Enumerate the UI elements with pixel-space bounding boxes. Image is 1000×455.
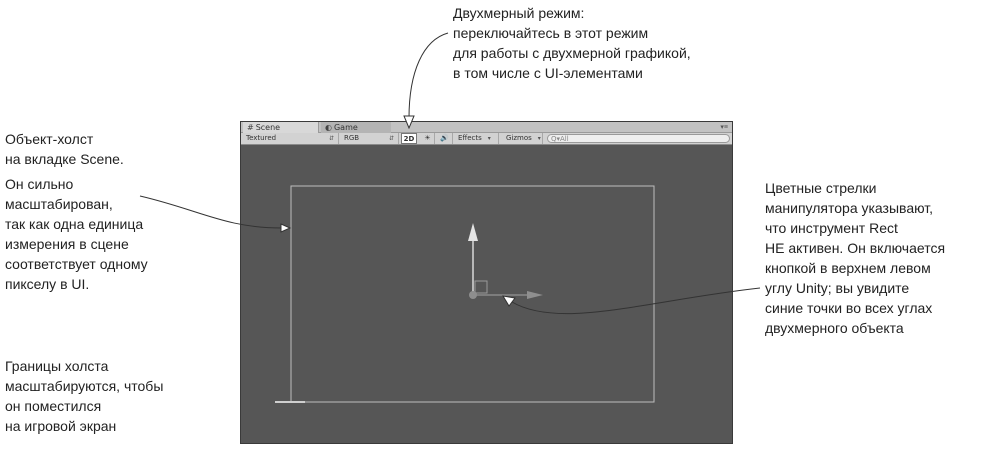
callout-line: в том числе с UI-элементами (453, 65, 643, 81)
callout-line: соответствует одному (5, 256, 148, 272)
callout-line: пикселу в UI. (5, 276, 90, 292)
move-gizmo[interactable] (468, 223, 543, 299)
gizmo-center-dot[interactable] (469, 291, 477, 299)
callout-line: так как одна единица (5, 216, 144, 232)
gizmos-dropdown[interactable]: Gizmos ▾ (503, 133, 543, 144)
callout-line: кнопкой в верхнем левом (765, 260, 931, 276)
callout-canvas-bounds: Границы холста масштабируются, чтобы он … (5, 356, 163, 436)
tab-label: Game (333, 123, 358, 132)
callout-line: двухмерного объекта (765, 320, 904, 336)
scene-window: # Scene ◐ Game ▾≡ Textured ⇵ RGB ⇵ 2D ☀ 🔊 … (240, 121, 733, 444)
tab-game[interactable]: ◐ Game (321, 122, 391, 133)
callout-scaled: Он сильно масштабирован, так как одна ед… (5, 174, 148, 294)
callout-line: что инструмент Rect (765, 220, 898, 236)
callout-line: НЕ активен. Он включается (765, 240, 946, 256)
scene-toolbar: Textured ⇵ RGB ⇵ 2D ☀ 🔊 Effects ▾ Gizmos ▾… (241, 133, 732, 145)
callout-line: для работы с двухмерной графикой, (453, 45, 691, 61)
callout-line: он поместился (5, 398, 102, 414)
gizmos-label: Gizmos (506, 134, 532, 142)
callout-line: на вкладке Scene. (5, 151, 124, 167)
tab-bar: # Scene ◐ Game ▾≡ (241, 122, 732, 133)
callout-line: масштабируются, чтобы (5, 378, 164, 394)
chevron-updown-icon: ⇵ (388, 135, 394, 142)
callout-line: Двухмерный режим: (453, 5, 585, 21)
tab-scene[interactable]: # Scene (243, 122, 319, 133)
tab-label: Scene (255, 123, 281, 132)
chevron-down-icon: ▾ (537, 135, 541, 142)
callout-gizmo-arrows: Цветные стрелки манипулятора указывают, … (765, 178, 945, 338)
leader-line-2d-mode (408, 32, 449, 119)
render-mode-value: RGB (344, 134, 360, 142)
mode-2d-button[interactable]: 2D (401, 133, 417, 144)
callout-line: Объект-холст (5, 131, 94, 147)
callout-line: манипулятора указывают, (765, 200, 934, 216)
chevron-updown-icon: ⇵ (328, 135, 334, 142)
gizmo-plane-handle[interactable] (474, 280, 488, 294)
callout-line: Цветные стрелки (765, 180, 877, 196)
pacman-icon: ◐ (325, 123, 332, 132)
callout-2d-mode: Двухмерный режим: переключайтесь в этот … (453, 3, 691, 83)
shading-mode-dropdown[interactable]: Textured ⇵ (243, 133, 339, 144)
lighting-toggle-icon[interactable]: ☀ (421, 133, 435, 144)
effects-dropdown[interactable]: Effects ▾ (455, 133, 499, 144)
grid-icon: # (247, 123, 254, 132)
render-mode-dropdown[interactable]: RGB ⇵ (341, 133, 399, 144)
scene-viewport[interactable] (241, 145, 732, 443)
gizmo-y-arrow-icon[interactable] (468, 223, 478, 241)
scene-search-input[interactable]: Q▾All (547, 134, 730, 143)
callout-line: масштабирован, (5, 196, 113, 212)
callout-line: измерения в сцене (5, 236, 129, 252)
callout-line: углу Unity; вы увидите (765, 280, 910, 296)
shading-mode-value: Textured (246, 134, 277, 142)
gizmo-x-arrow-icon[interactable] (527, 291, 543, 299)
callout-line: переключайтесь в этот режим (453, 25, 649, 41)
callout-line: Границы холста (5, 358, 109, 374)
effects-label: Effects (458, 134, 482, 142)
callout-line: на игровой экран (5, 418, 117, 434)
chevron-down-icon: ▾ (487, 135, 491, 142)
callout-line: Он сильно (5, 176, 74, 192)
scene-view-graphics (275, 185, 655, 403)
callout-line: синие точки во всех углах (765, 300, 933, 316)
audio-toggle-icon[interactable]: 🔊 (437, 133, 453, 144)
window-menu-icon[interactable]: ▾≡ (720, 122, 728, 133)
callout-canvas-object: Объект-холст на вкладке Scene. (5, 129, 124, 169)
